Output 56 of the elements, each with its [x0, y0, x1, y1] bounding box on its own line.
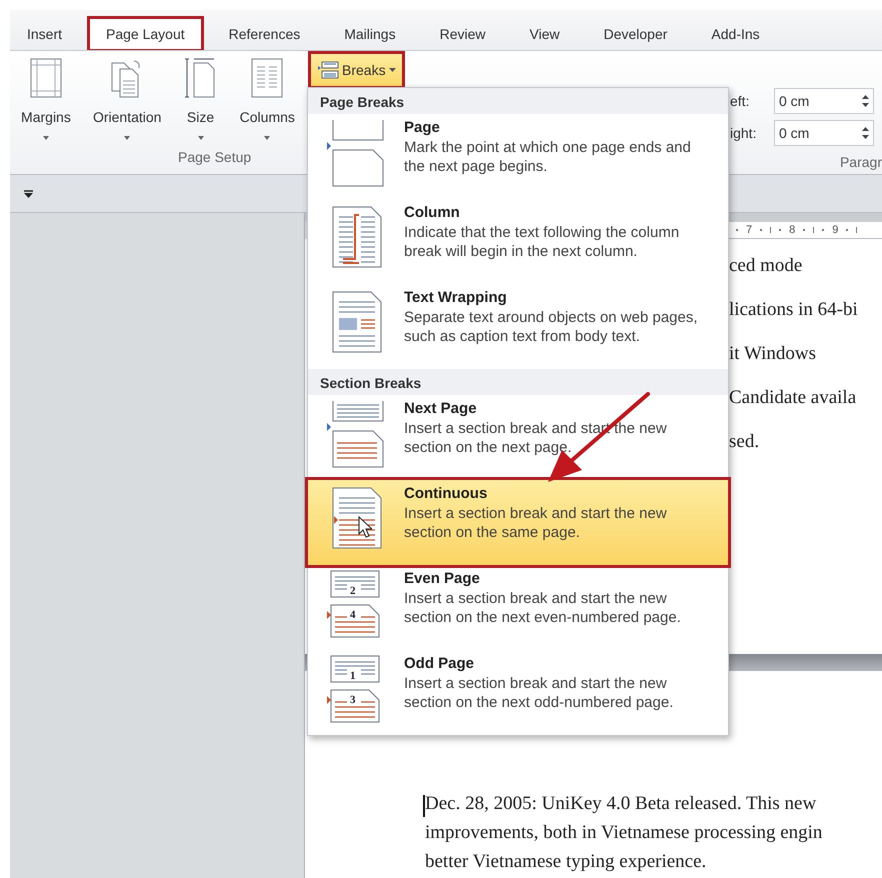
spinner-icon[interactable] — [862, 126, 869, 140]
text-cursor — [423, 795, 425, 817]
indent-field[interactable]: 0 cm — [774, 88, 874, 114]
ruler-number: 9 — [832, 222, 838, 238]
menu-item[interactable]: Column Indicate that the text following the column break will begin in the next column. — [308, 199, 728, 284]
ribbon-tab[interactable]: Developer — [586, 18, 684, 50]
ribbon-tab[interactable]: Mailings — [327, 18, 413, 50]
ribbon-button[interactable]: Orientation — [88, 51, 166, 140]
menu-item[interactable]: Continuous Insert a section break and start the new section on the same page. — [308, 480, 728, 565]
columns-icon — [250, 57, 284, 99]
ruler-tick — [760, 229, 762, 231]
page-break-icon — [317, 61, 339, 79]
document-line: Dec. 28, 2005: UniKey 4.0 Beta released. This new — [425, 792, 818, 816]
caret-icon — [388, 68, 396, 72]
menu-item[interactable]: 2 4 Even Page Insert a section break and start the new section on the next even-numbered page. — [308, 565, 728, 650]
document-line: better Vietnamese typing experience. — [425, 850, 708, 874]
document-line: it Windows — [729, 342, 818, 366]
ruler-tick — [779, 229, 782, 231]
ribbon-button[interactable]: Size — [180, 51, 222, 140]
ruler-tick — [736, 229, 738, 231]
breaks-button[interactable]: Breaks — [310, 53, 403, 87]
ruler-tick — [856, 227, 858, 233]
ruler-tick — [803, 229, 806, 231]
customize-toolbar-icon[interactable] — [24, 190, 33, 198]
spinner-icon[interactable] — [862, 94, 869, 108]
menu-item[interactable]: Page Mark the point at which one page ends and the next page begins. — [308, 114, 728, 199]
document-line: ced mode — [729, 254, 804, 278]
mouse-pointer-icon — [358, 516, 372, 538]
ruler-number: 7 — [746, 222, 752, 238]
ribbon-button[interactable]: Columns — [236, 51, 299, 140]
menu-section-heading: Page Breaks — [308, 88, 728, 114]
document-line: Candidate availa — [729, 386, 858, 410]
ribbon-tab[interactable]: Review — [422, 18, 502, 50]
group-label: Paragr — [838, 153, 882, 172]
menu-item[interactable]: 1 3 Odd Page Insert a section break and start the new section on the next odd-numbered page. — [308, 650, 728, 735]
ruler-number: 8 — [789, 222, 796, 238]
ribbon-button[interactable]: Margins — [17, 51, 75, 140]
ruler-tick — [846, 229, 848, 231]
document-line: sed. — [729, 430, 760, 454]
indent-label: eft: — [730, 92, 750, 110]
group-label: Page Setup — [178, 148, 252, 167]
menu-item[interactable]: Text Wrapping Separate text around objects on web pages, such as caption text from body text. — [308, 284, 728, 369]
indent-field[interactable]: 0 cm — [774, 120, 874, 146]
ribbon-tab[interactable]: Insert — [10, 18, 80, 50]
indent-label: ight: — [730, 124, 758, 143]
ribbon-tab[interactable]: References — [212, 18, 318, 50]
margins-icon — [28, 57, 63, 99]
document-line: lications in 64-bi — [729, 298, 859, 322]
ruler-tick — [770, 227, 772, 233]
ribbon-tab[interactable]: Add-Ins — [694, 18, 777, 50]
ruler-tick — [822, 229, 824, 231]
ruler-tick — [813, 227, 814, 233]
menu-section-heading: Section Breaks — [308, 369, 728, 395]
document-line: improvements, both in Vietnamese processing engin — [425, 821, 824, 845]
ribbon-tab[interactable]: View — [512, 18, 577, 50]
ribbon-tab[interactable]: Page Layout — [89, 18, 202, 50]
